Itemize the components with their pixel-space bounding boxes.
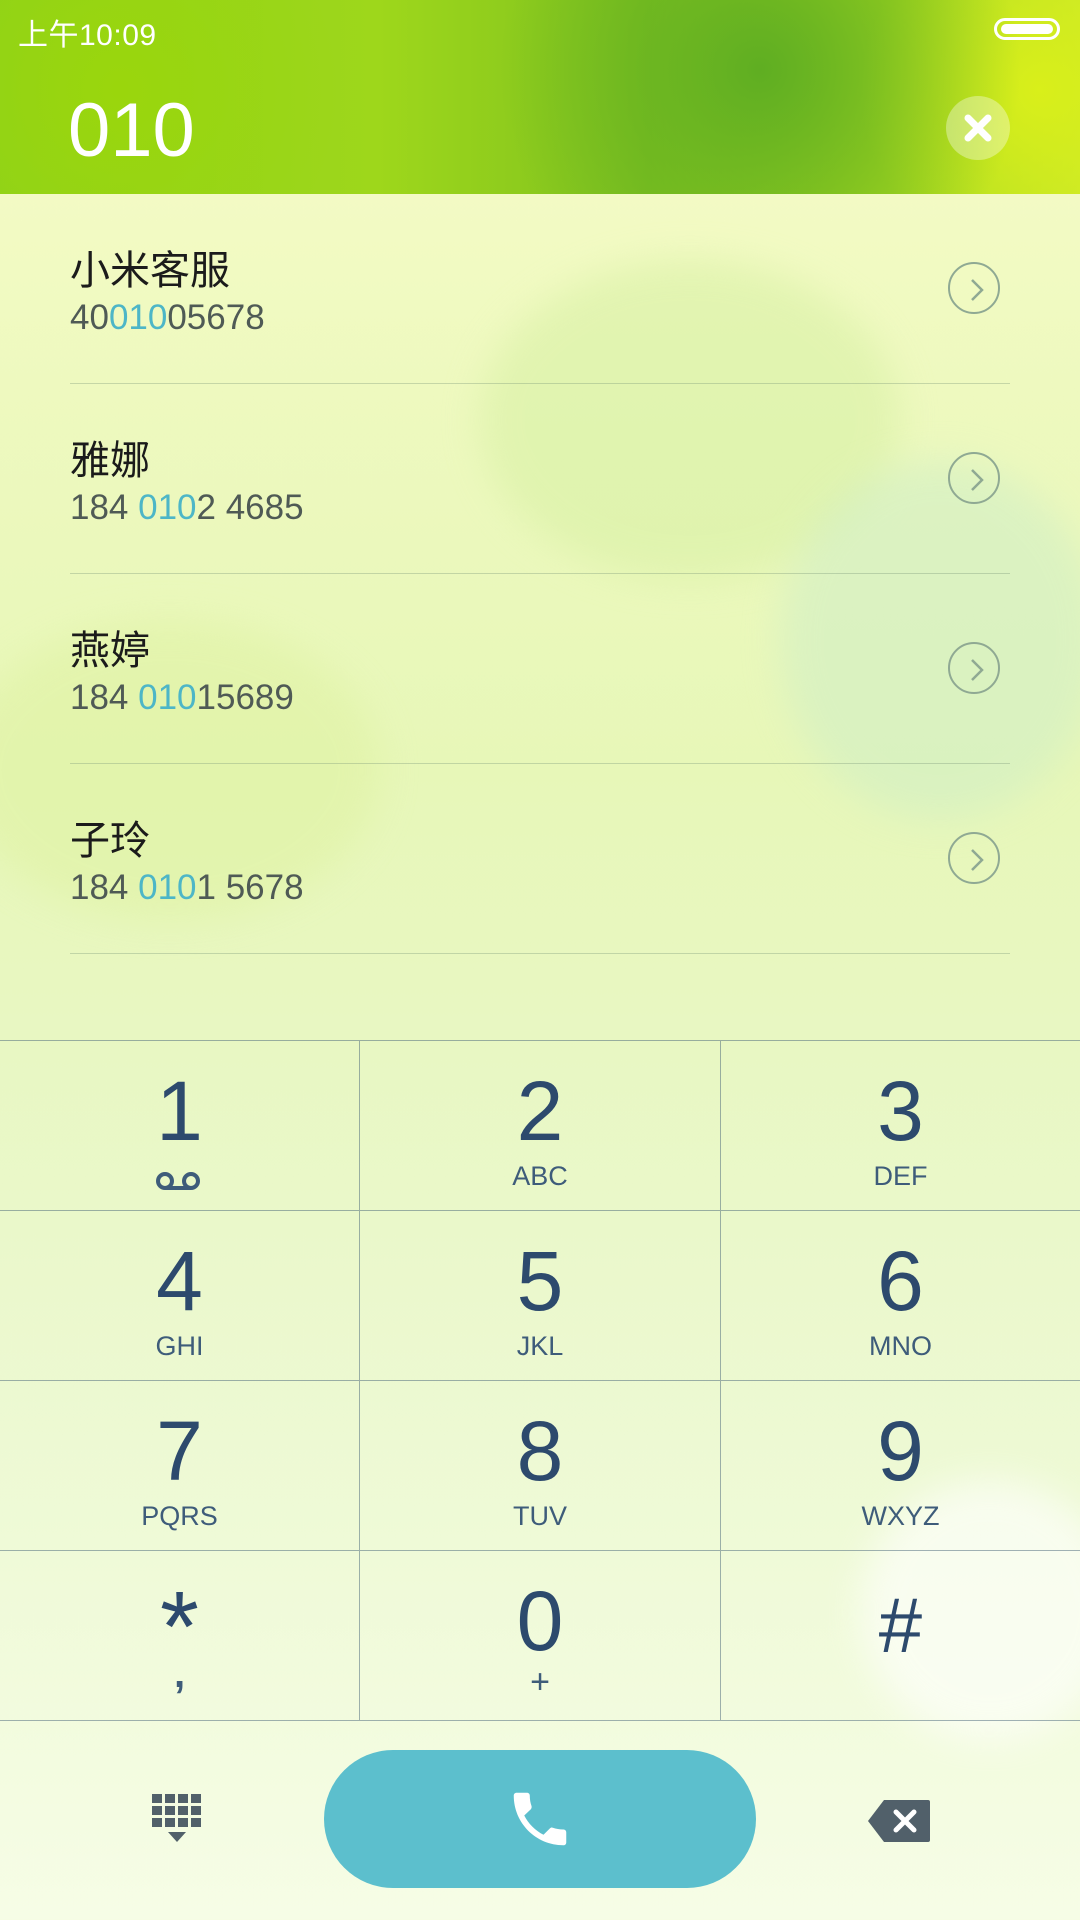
key-hash[interactable]: #: [721, 1551, 1080, 1721]
key-digit: 6: [877, 1234, 924, 1328]
contact-detail-button[interactable]: [948, 452, 1000, 504]
contact-detail-button[interactable]: [948, 642, 1000, 694]
key-digit: 1: [156, 1064, 203, 1158]
contact-name: 燕婷: [70, 628, 150, 674]
key-3[interactable]: 3 DEF: [721, 1041, 1080, 1211]
contact-name: 小米客服: [70, 248, 230, 294]
contact-row[interactable]: 小米客服 4001005678: [70, 194, 1010, 384]
key-8[interactable]: 8 TUV: [360, 1381, 721, 1551]
key-0[interactable]: 0 +: [360, 1551, 721, 1721]
key-letters: JKL: [516, 1331, 564, 1361]
contact-number: 4001005678: [70, 298, 265, 337]
battery-icon: [994, 18, 1060, 40]
key-digit: 2: [516, 1064, 564, 1158]
key-letters: ,: [173, 1652, 186, 1696]
chevron-right-icon: [971, 469, 984, 491]
key-4[interactable]: 4 GHI: [0, 1211, 360, 1381]
number-match-highlight: 010: [138, 488, 197, 527]
key-5[interactable]: 5 JKL: [360, 1211, 721, 1381]
key-digit: #: [878, 1581, 923, 1669]
key-digit: 3: [877, 1064, 924, 1158]
close-icon: [964, 114, 992, 142]
contact-detail-button[interactable]: [948, 262, 1000, 314]
key-letters: DEF: [873, 1161, 928, 1191]
key-star[interactable]: * ,: [0, 1551, 360, 1721]
key-1[interactable]: 1: [0, 1041, 360, 1211]
key-letters: WXYZ: [861, 1501, 940, 1531]
contact-number: 184 01015689: [70, 678, 294, 717]
key-digit: 5: [516, 1234, 564, 1328]
contact-row[interactable]: 子玲 184 0101 5678: [70, 764, 1010, 954]
chevron-right-icon: [971, 849, 984, 871]
dialpad-icon[interactable]: [150, 1792, 206, 1848]
number-match-highlight: 010: [138, 678, 197, 717]
key-letters: MNO: [869, 1331, 932, 1361]
contact-results-list: 小米客服 4001005678 雅娜 184 0102 4685 燕婷 184 …: [70, 194, 1010, 954]
number-match-highlight: 010: [138, 868, 197, 907]
key-7[interactable]: 7 PQRS: [0, 1381, 360, 1551]
contact-row[interactable]: 燕婷 184 01015689: [70, 574, 1010, 764]
key-letters: +: [530, 1663, 550, 1701]
key-digit: 7: [156, 1404, 203, 1498]
phone-icon: [513, 1792, 567, 1846]
chevron-right-icon: [971, 279, 984, 301]
key-digit: 4: [156, 1234, 203, 1328]
key-digit: 9: [877, 1404, 924, 1498]
contact-row[interactable]: 雅娜 184 0102 4685: [70, 384, 1010, 574]
contact-number: 184 0102 4685: [70, 488, 304, 527]
contact-number: 184 0101 5678: [70, 868, 304, 907]
backspace-icon[interactable]: [866, 1798, 932, 1844]
key-letters: ABC: [512, 1161, 568, 1191]
clear-number-button[interactable]: [946, 96, 1010, 160]
contact-name: 雅娜: [70, 438, 150, 484]
key-2[interactable]: 2 ABC: [360, 1041, 721, 1211]
key-digit: 0: [516, 1574, 564, 1668]
dialer-header: 上午10:09 010: [0, 0, 1080, 194]
key-6[interactable]: 6 MNO: [721, 1211, 1080, 1381]
call-button[interactable]: [324, 1750, 756, 1888]
key-letters: GHI: [155, 1331, 204, 1361]
key-digit: 8: [516, 1404, 564, 1498]
dial-keypad: 1 2 ABC 3 DEF 4 GHI 5 JKL 6 MNO 7 PQRS 8…: [0, 1040, 1080, 1721]
number-match-highlight: 010: [108, 298, 168, 337]
voicemail-icon: [156, 1172, 200, 1190]
contact-name: 子玲: [70, 818, 150, 864]
key-9[interactable]: 9 WXYZ: [721, 1381, 1080, 1551]
chevron-right-icon: [971, 659, 984, 681]
key-letters: TUV: [513, 1501, 567, 1531]
key-letters: PQRS: [141, 1501, 218, 1531]
contact-detail-button[interactable]: [948, 832, 1000, 884]
dialed-number: 010: [68, 88, 195, 173]
status-time: 上午10:09: [18, 19, 157, 52]
